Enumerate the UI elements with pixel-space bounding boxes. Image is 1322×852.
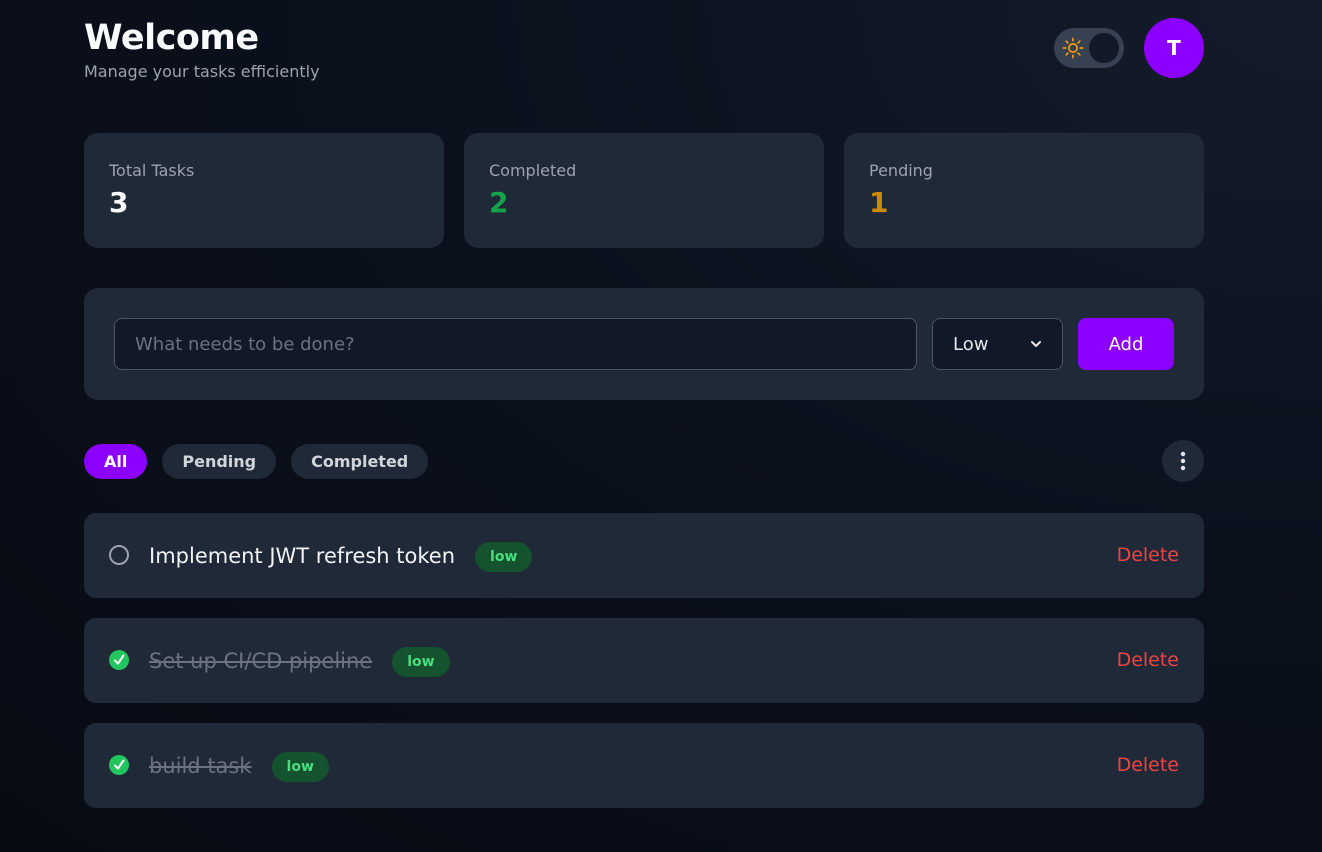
task-row: Set up CI/CD pipeline low Delete <box>84 618 1204 703</box>
stat-card-pending: Pending 1 <box>844 133 1204 248</box>
task-row: build task low Delete <box>84 723 1204 808</box>
stats-row: Total Tasks 3 Completed 2 Pending 1 <box>84 133 1204 248</box>
stat-value: 3 <box>109 186 129 219</box>
theme-toggle[interactable] <box>1054 28 1124 68</box>
priority-select-value: Low <box>953 333 989 355</box>
task-row: Implement JWT refresh token low Delete <box>84 513 1204 598</box>
delete-button[interactable]: Delete <box>1117 649 1179 671</box>
priority-badge: low <box>271 752 329 782</box>
stat-value: 2 <box>489 186 509 219</box>
task-text: build task low <box>149 752 329 782</box>
app-page: Welcome Manage your tasks efficiently T … <box>0 0 1322 852</box>
filter-pending[interactable]: Pending <box>162 444 277 479</box>
priority-select[interactable]: Low <box>932 318 1063 370</box>
chevron-down-icon <box>1031 341 1041 347</box>
sun-icon <box>1062 37 1084 59</box>
add-task-panel: Low Add <box>84 288 1204 400</box>
stat-label: Total Tasks <box>109 161 195 180</box>
task-title: Set up CI/CD pipeline <box>149 649 373 673</box>
more-options-button[interactable] <box>1162 440 1204 482</box>
stat-label: Pending <box>869 161 933 180</box>
task-list: Implement JWT refresh token low Delete Se… <box>84 513 1204 828</box>
task-text: Set up CI/CD pipeline low <box>149 647 450 677</box>
more-vertical-icon <box>1180 451 1186 471</box>
task-title: Implement JWT refresh token <box>149 544 456 568</box>
delete-button[interactable]: Delete <box>1117 544 1179 566</box>
stat-label: Completed <box>489 161 577 180</box>
task-checkbox[interactable] <box>109 650 129 670</box>
task-text: Implement JWT refresh token low <box>149 542 533 572</box>
priority-badge: low <box>392 647 450 677</box>
stat-value: 1 <box>869 186 889 219</box>
add-button[interactable]: Add <box>1078 318 1174 370</box>
header: Welcome Manage your tasks efficiently T <box>84 16 1204 88</box>
page-title: Welcome <box>84 18 259 58</box>
avatar[interactable]: T <box>1144 18 1204 78</box>
check-icon <box>114 654 125 665</box>
stat-card-total: Total Tasks 3 <box>84 133 444 248</box>
delete-button[interactable]: Delete <box>1117 754 1179 776</box>
stat-card-completed: Completed 2 <box>464 133 824 248</box>
check-icon <box>114 759 125 770</box>
task-checkbox[interactable] <box>109 755 129 775</box>
filter-tabs: All Pending Completed <box>84 444 429 479</box>
page-subtitle: Manage your tasks efficiently <box>84 62 320 81</box>
priority-badge: low <box>475 542 533 572</box>
filter-completed[interactable]: Completed <box>291 444 429 479</box>
task-input[interactable] <box>114 318 917 370</box>
task-checkbox[interactable] <box>109 545 129 565</box>
task-title: build task <box>149 754 252 778</box>
toggle-knob <box>1089 33 1119 63</box>
filter-all[interactable]: All <box>84 444 148 479</box>
